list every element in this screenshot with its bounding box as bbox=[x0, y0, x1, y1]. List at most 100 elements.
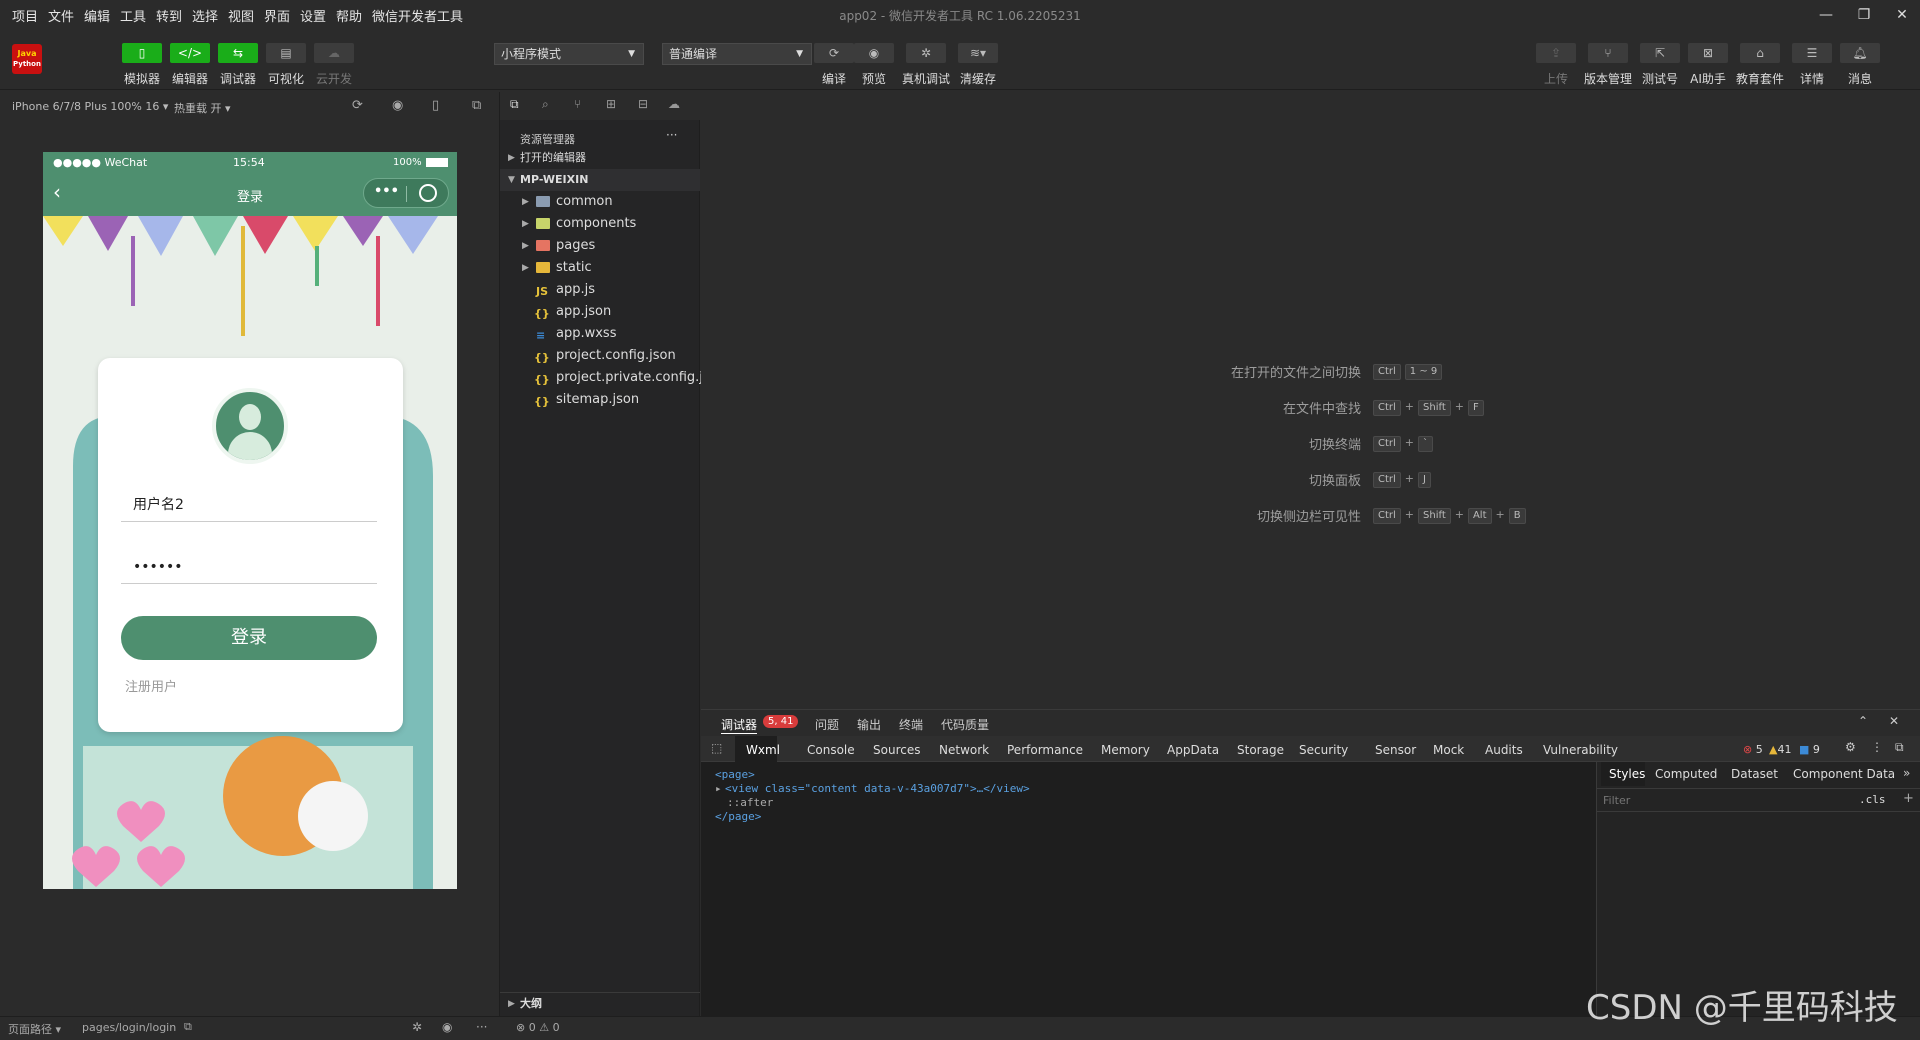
outline-section[interactable]: ▶ 大纲 bbox=[500, 992, 700, 1014]
restore-button[interactable]: ❐ bbox=[1852, 4, 1876, 26]
folder-static[interactable]: ▶ static bbox=[500, 257, 700, 279]
tab-output[interactable]: 输出 bbox=[857, 716, 881, 733]
tab-mock[interactable]: Mock bbox=[1433, 743, 1464, 757]
simulator-button[interactable]: ▯ bbox=[122, 43, 162, 63]
upload-button[interactable]: ⇪ bbox=[1536, 43, 1576, 63]
details-button[interactable]: ☰ bbox=[1792, 43, 1832, 63]
kebab-icon[interactable]: ⋮ bbox=[1871, 740, 1883, 754]
page-path-select[interactable]: 页面路径 ▾ bbox=[8, 1021, 61, 1037]
tab-wxml[interactable]: Wxml bbox=[746, 743, 780, 757]
git-icon[interactable]: ⑂ bbox=[574, 97, 581, 111]
tab-performance[interactable]: Performance bbox=[1007, 743, 1083, 757]
collapse-icon[interactable]: ⌃ bbox=[1858, 714, 1868, 728]
clear-cache-button[interactable]: ≋▾ bbox=[958, 43, 998, 63]
tab-code-quality[interactable]: 代码质量 bbox=[941, 716, 989, 733]
folder-common[interactable]: ▶ common bbox=[500, 191, 700, 213]
copy-icon[interactable]: ⧉ bbox=[184, 1020, 192, 1034]
device-select[interactable]: iPhone 6/7/8 Plus 100% 16 ▾ bbox=[12, 100, 168, 113]
close-panel-icon[interactable]: ✕ bbox=[1889, 714, 1899, 728]
phone-icon[interactable]: ▯ bbox=[432, 98, 439, 113]
ai-assistant-button[interactable]: ⊠ bbox=[1688, 43, 1728, 63]
filter-input[interactable] bbox=[1601, 791, 1841, 809]
tab-appdata[interactable]: AppData bbox=[1167, 743, 1219, 757]
open-editors-section[interactable]: ▶ 打开的编辑器 bbox=[500, 147, 700, 169]
tab-security[interactable]: Security bbox=[1299, 743, 1348, 757]
storage-icon[interactable]: ⊟ bbox=[638, 97, 648, 111]
tab-vulnerability[interactable]: Vulnerability bbox=[1543, 743, 1618, 757]
folder-pages[interactable]: ▶ pages bbox=[500, 235, 700, 257]
tab-storage[interactable]: Storage bbox=[1237, 743, 1284, 757]
messages-button[interactable]: 🔔︎ bbox=[1840, 43, 1880, 63]
inspect-icon[interactable]: ⬚ bbox=[711, 741, 722, 755]
expand-arrow-icon[interactable]: ▸ bbox=[715, 782, 722, 795]
tab-audits[interactable]: Audits bbox=[1485, 743, 1523, 757]
close-button[interactable]: ✕ bbox=[1890, 4, 1914, 26]
bug-icon[interactable]: ✲ bbox=[412, 1020, 422, 1034]
cloud-button[interactable]: ☁ bbox=[314, 43, 354, 63]
refresh-icon[interactable]: ⟳ bbox=[352, 98, 363, 113]
file-sitemap[interactable]: {} sitemap.json bbox=[500, 389, 700, 411]
cloud-icon[interactable]: ☁ bbox=[668, 97, 680, 111]
tab-styles[interactable]: Styles bbox=[1609, 767, 1645, 781]
cls-toggle[interactable]: .cls bbox=[1859, 793, 1886, 806]
wxml-node[interactable]: </page> bbox=[715, 810, 761, 823]
edu-button[interactable]: ⌂ bbox=[1740, 43, 1780, 63]
test-account-button[interactable]: ⇱ bbox=[1640, 43, 1680, 63]
preview-button[interactable]: ◉ bbox=[854, 43, 894, 63]
tab-dataset[interactable]: Dataset bbox=[1731, 767, 1778, 781]
compile-button[interactable]: ⟳ bbox=[814, 43, 854, 63]
hot-reload-toggle[interactable]: 热重载 开 ▾ bbox=[174, 100, 231, 116]
tab-computed[interactable]: Computed bbox=[1655, 767, 1717, 781]
mode-select[interactable]: 小程序模式 ▼ bbox=[494, 43, 644, 65]
version-button[interactable]: ⑂ bbox=[1588, 43, 1628, 63]
tab-console[interactable]: Console bbox=[807, 743, 855, 757]
password-input[interactable]: •••••• bbox=[121, 550, 377, 584]
gear-icon[interactable]: ⚙ bbox=[1845, 740, 1856, 754]
popout-icon[interactable]: ⧉ bbox=[472, 98, 481, 113]
more-tabs-icon[interactable]: » bbox=[1903, 766, 1910, 780]
add-rule-icon[interactable]: + bbox=[1903, 791, 1914, 806]
explorer-more-button[interactable]: ··· bbox=[666, 128, 677, 142]
wxml-pseudo[interactable]: ::after bbox=[727, 796, 773, 809]
extensions-icon[interactable]: ⊞ bbox=[606, 97, 616, 111]
debugger-button[interactable]: ⇆ bbox=[218, 43, 258, 63]
project-section[interactable]: ▼ MP-WEIXIN bbox=[500, 169, 700, 191]
tab-network[interactable]: Network bbox=[939, 743, 989, 757]
warning-icon: ⚠ bbox=[539, 1021, 550, 1034]
eye-icon[interactable]: ◉ bbox=[442, 1020, 452, 1034]
tab-memory[interactable]: Memory bbox=[1101, 743, 1150, 757]
search-icon[interactable]: ⌕ bbox=[542, 97, 549, 112]
tab-debugger[interactable]: 调试器 bbox=[721, 716, 758, 734]
wxml-node[interactable]: <view class="content data-v-43a007d7">…<… bbox=[725, 782, 1030, 795]
problem-counts[interactable]: ⊗ 0 ⚠ 0 bbox=[516, 1021, 560, 1034]
tab-component-data[interactable]: Component Data bbox=[1793, 767, 1895, 781]
more-icon[interactable]: ··· bbox=[476, 1020, 487, 1034]
username-input[interactable]: 用户名2 bbox=[121, 488, 377, 522]
file-app-wxss[interactable]: ≡ app.wxss bbox=[500, 323, 700, 345]
tab-problems[interactable]: 问题 bbox=[815, 716, 839, 733]
file-project-private-config[interactable]: {} project.private.config.js... bbox=[500, 367, 722, 389]
visualize-button[interactable]: ▤ bbox=[266, 43, 306, 63]
file-app-json[interactable]: {} app.json bbox=[500, 301, 700, 323]
dock-icon[interactable]: ⧉ bbox=[1895, 740, 1904, 755]
close-mini-icon[interactable] bbox=[419, 184, 437, 202]
register-link[interactable]: 注册用户 bbox=[125, 676, 177, 695]
tab-terminal[interactable]: 终端 bbox=[899, 716, 923, 733]
tab-sources[interactable]: Sources bbox=[873, 743, 920, 757]
files-icon[interactable]: ⧉ bbox=[510, 97, 519, 112]
json-file-icon: {} bbox=[534, 395, 550, 408]
minimize-button[interactable]: — bbox=[1814, 4, 1838, 26]
file-project-config[interactable]: {} project.config.json bbox=[500, 345, 700, 367]
login-button[interactable]: 登录 bbox=[121, 616, 377, 660]
compile-mode-select[interactable]: 普通编译 ▼ bbox=[662, 43, 812, 65]
file-app-js[interactable]: JS app.js bbox=[500, 279, 700, 301]
clock-text: 15:54 bbox=[233, 156, 265, 169]
wxml-node[interactable]: <page> bbox=[715, 768, 755, 781]
tab-sensor[interactable]: Sensor bbox=[1375, 743, 1416, 757]
editor-button[interactable]: </> bbox=[170, 43, 210, 63]
folder-components[interactable]: ▶ components bbox=[500, 213, 700, 235]
more-button[interactable]: ••• bbox=[374, 184, 399, 199]
shortcut-row: 切换终端 Ctrl + ` bbox=[1081, 434, 1681, 454]
real-debug-button[interactable]: ✲ bbox=[906, 43, 946, 63]
stop-icon[interactable]: ◉ bbox=[392, 98, 403, 113]
